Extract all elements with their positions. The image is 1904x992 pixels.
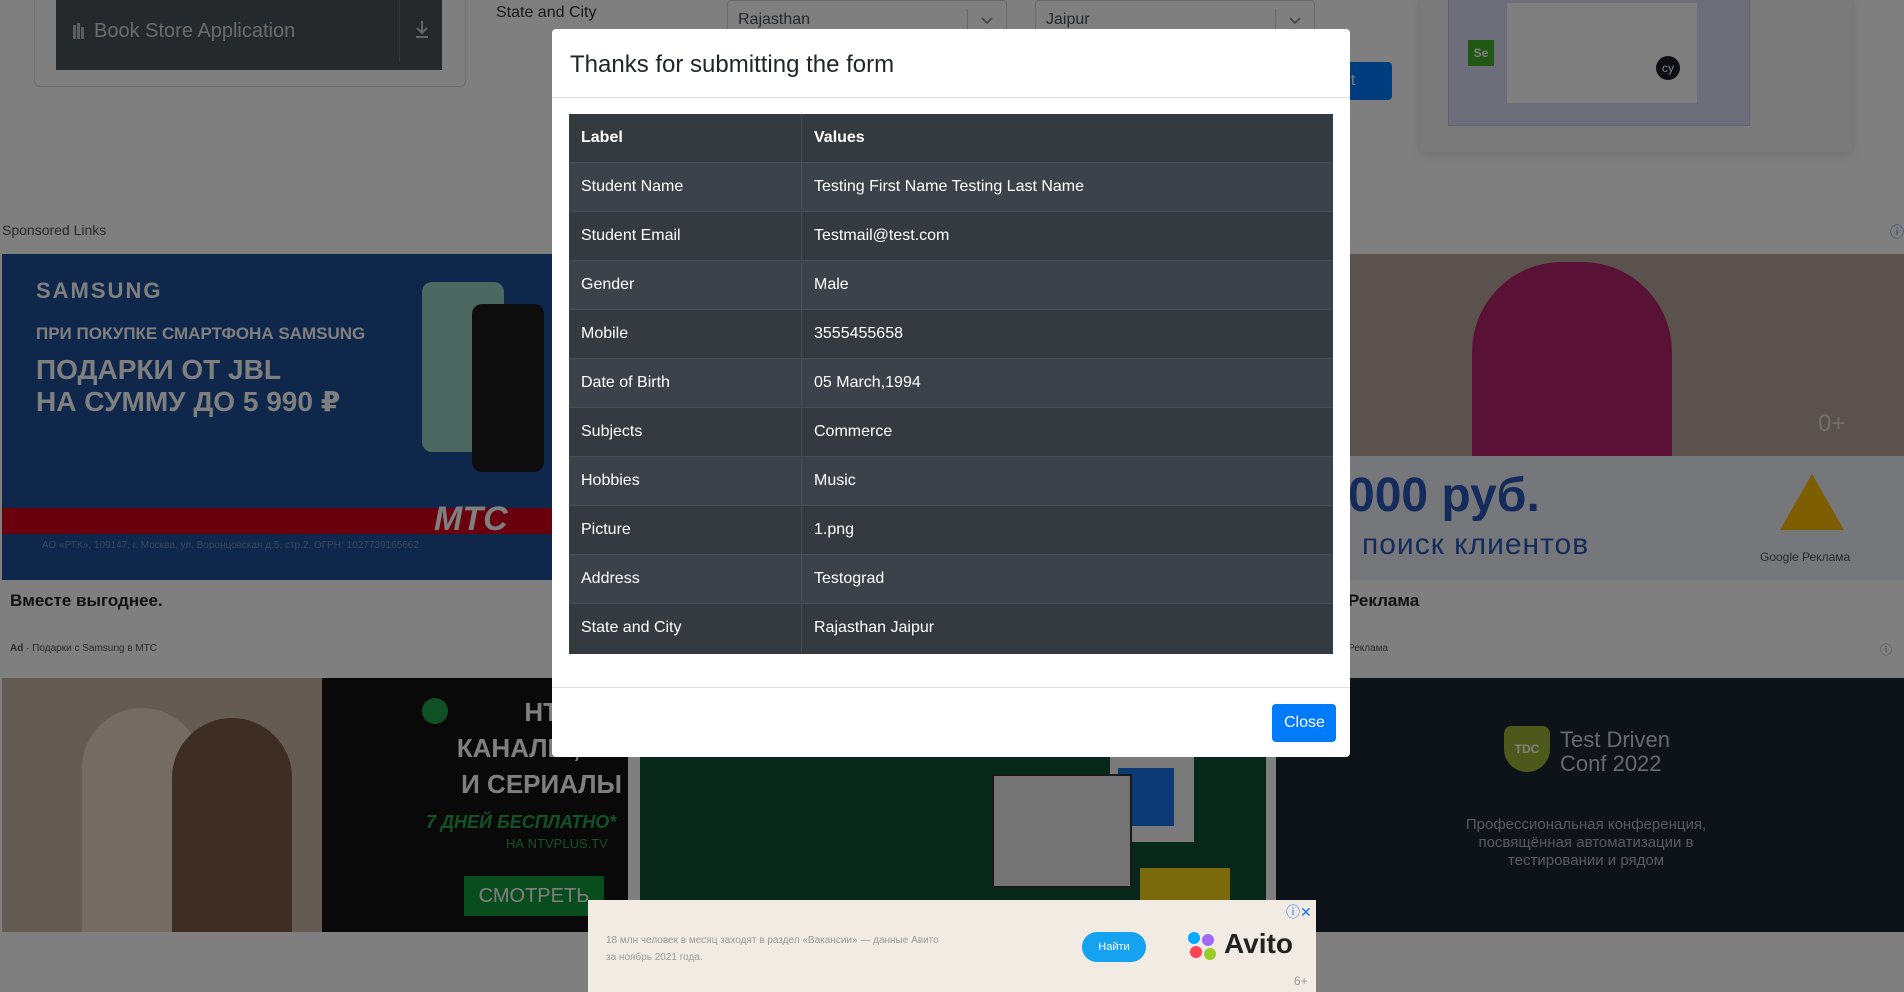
table-row: Subjects Commerce: [569, 408, 1333, 457]
table-cell-value: Music: [814, 472, 856, 489]
table-row: Hobbies Music: [569, 457, 1333, 506]
table-row: Student Email Testmail@test.com: [569, 212, 1333, 261]
table-cell-label: State and City: [581, 619, 682, 636]
ad-logo: Avito: [1224, 928, 1293, 959]
ad-find-button[interactable]: Найти: [1082, 932, 1146, 962]
table-row: Date of Birth 05 March,1994: [569, 359, 1333, 408]
table-cell-label: Student Email: [581, 227, 681, 244]
modal-title: Thanks for submitting the form: [570, 51, 895, 78]
table-header-cell: Label: [569, 114, 802, 162]
table-cell-value: 1.png: [814, 521, 855, 538]
table-cell-label: Hobbies: [581, 472, 640, 489]
column-header-values: Values: [814, 129, 865, 146]
table-cell-value: Testograd: [814, 570, 885, 587]
column-header-label: Label: [581, 129, 623, 146]
table-cell-value: Testmail@test.com: [814, 227, 950, 244]
table-cell-label: Gender: [581, 276, 635, 293]
table-cell-label: Picture: [581, 521, 631, 538]
ad-text: 18 млн человек в месяц заходят в раздел …: [606, 935, 939, 963]
table-cell-label: Address: [581, 570, 640, 587]
table-cell-label: Student Name: [581, 178, 684, 195]
table-cell-label: Subjects: [581, 423, 643, 440]
table-cell-value: 05 March,1994: [814, 374, 921, 391]
table-cell-value: 3555455658: [814, 325, 903, 342]
table-row: Picture 1.png: [569, 506, 1333, 555]
results-table: Label Values Student Name Testing First N…: [569, 114, 1333, 654]
table-cell-label: Date of Birth: [581, 374, 670, 391]
ad-age-mark: 6+: [1294, 974, 1308, 988]
divider: [552, 687, 1350, 688]
table-header-row: Label Values: [569, 114, 1333, 163]
divider: [552, 97, 1350, 98]
table-cell-value: Commerce: [814, 423, 893, 440]
table-row: Mobile 3555455658: [569, 310, 1333, 359]
close-button-label: Close: [1284, 714, 1325, 731]
submission-modal: Thanks for submitting the form Label Val…: [552, 29, 1350, 757]
table-row: Gender Male: [569, 261, 1333, 310]
table-row: Address Testograd: [569, 555, 1333, 604]
close-button[interactable]: Close: [1272, 704, 1336, 742]
ad-avito-banner[interactable]: 18 млн человек в месяц заходят в раздел …: [588, 900, 1316, 992]
table-row: State and City Rajasthan Jaipur: [569, 604, 1333, 653]
table-cell-value: Testing First Name Testing Last Name: [814, 178, 1085, 195]
ad-close-icon[interactable]: ⓘ✕: [1286, 902, 1312, 922]
table-cell-value: Rajasthan Jaipur: [814, 619, 935, 636]
table-header-cell: Values: [802, 114, 1333, 162]
table-row: Student Name Testing First Name Testing L…: [569, 163, 1333, 212]
table-cell-value: Male: [814, 276, 849, 293]
table-cell-label: Mobile: [581, 325, 629, 342]
